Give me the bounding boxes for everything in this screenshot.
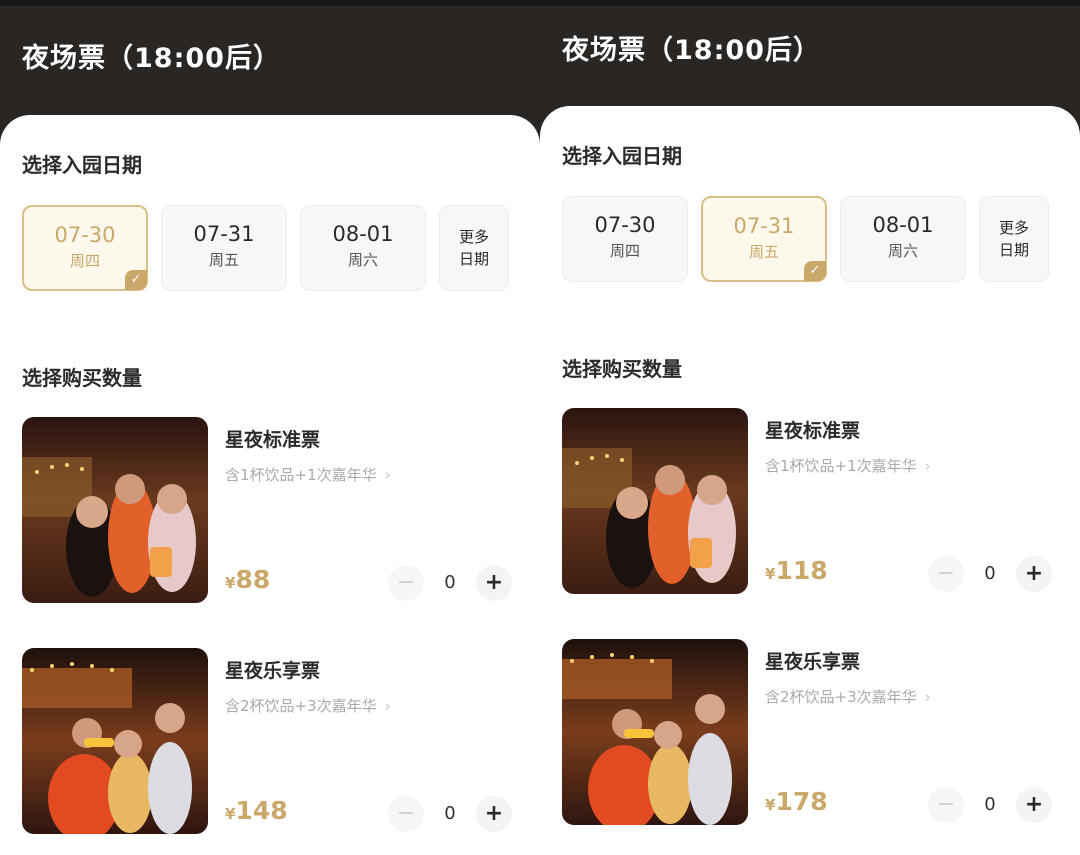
ticket-desc-link[interactable]: 含2杯饮品+3次嘉年华 ›	[765, 686, 931, 707]
ticket-desc-link[interactable]: 含2杯饮品+3次嘉年华 ›	[225, 695, 391, 716]
currency-symbol: ¥	[765, 565, 776, 583]
ticket-desc-link[interactable]: 含1杯饮品+1次嘉年华 ›	[765, 455, 931, 476]
increase-button[interactable]: +	[476, 796, 512, 832]
weekday-value: 周六	[887, 242, 918, 260]
date-option-0730[interactable]: 07-30 周四	[562, 196, 688, 282]
more-dates-label-line2: 日期	[458, 250, 489, 268]
weekday-value: 周六	[347, 251, 378, 269]
date-value: 08-01	[872, 213, 934, 237]
quantity-section-label: 选择购买数量	[562, 357, 682, 381]
date-section-label: 选择入园日期	[22, 153, 142, 177]
date-option-0731[interactable]: 07-31 周五	[161, 205, 287, 291]
quantity-stepper: − 0 +	[388, 565, 512, 605]
price-amount: 88	[235, 565, 271, 594]
date-value: 07-31	[193, 222, 255, 246]
check-icon: ✓	[125, 270, 147, 290]
ticket-photo	[22, 417, 208, 603]
date-value: 07-30	[54, 223, 116, 247]
more-dates-button[interactable]: 更多 日期	[439, 205, 509, 291]
date-option-0801[interactable]: 08-01 周六	[840, 196, 966, 282]
price-amount: 118	[775, 556, 828, 585]
check-icon: ✓	[804, 261, 826, 281]
more-dates-label-line2: 日期	[998, 241, 1029, 259]
ticket-photo	[562, 408, 748, 594]
quantity-stepper: − 0 +	[928, 787, 1052, 827]
ticket-price: ¥118	[765, 556, 828, 585]
screen-left: 夜场票（18:00后） 选择入园日期 07-30 周四 ✓ 07-31 周五 0…	[0, 0, 540, 855]
price-amount: 178	[775, 787, 828, 816]
price-amount: 148	[235, 796, 288, 825]
currency-symbol: ¥	[765, 796, 776, 814]
date-value: 08-01	[332, 222, 394, 246]
ticket-desc: 含2杯饮品+3次嘉年华	[765, 688, 917, 706]
ticket-name: 星夜标准票	[765, 420, 861, 442]
ticket-price: ¥88	[225, 565, 270, 594]
increase-button[interactable]: +	[476, 565, 512, 601]
weekday-value: 周五	[208, 251, 239, 269]
content-sheet: 选择入园日期 07-30 周四 07-31 周五 ✓ 08-01 周六 更多 日…	[540, 106, 1080, 855]
currency-symbol: ¥	[225, 805, 236, 823]
ticket-item-premium: 星夜乐享票 含2杯饮品+3次嘉年华 › ¥178 − 0 +	[562, 639, 1058, 827]
more-dates-button[interactable]: 更多 日期	[979, 196, 1049, 282]
weekday-value: 周四	[69, 252, 100, 270]
quantity-stepper: − 0 +	[928, 556, 1052, 596]
date-section-label: 选择入园日期	[562, 144, 682, 168]
screen-right: 夜场票（18:00后） 选择入园日期 07-30 周四 07-31 周五 ✓ 0…	[540, 0, 1080, 855]
weekday-value: 周四	[609, 242, 640, 260]
quantity-stepper: − 0 +	[388, 796, 512, 836]
page-title: 夜场票（18:00后）	[22, 43, 281, 74]
more-dates-label-line1: 更多	[458, 228, 489, 246]
ticket-item-standard: 星夜标准票 含1杯饮品+1次嘉年华 › ¥88 − 0 +	[22, 417, 518, 605]
status-strip	[0, 0, 540, 6]
date-value: 07-31	[733, 214, 795, 238]
ticket-desc: 含2杯饮品+3次嘉年华	[225, 697, 377, 715]
ticket-photo	[22, 648, 208, 834]
ticket-desc: 含1杯饮品+1次嘉年华	[225, 466, 377, 484]
ticket-price: ¥178	[765, 787, 828, 816]
chevron-right-icon: ›	[924, 457, 931, 475]
ticket-item-standard: 星夜标准票 含1杯饮品+1次嘉年华 › ¥118 − 0 +	[562, 408, 1058, 596]
date-option-0731[interactable]: 07-31 周五 ✓	[701, 196, 827, 282]
status-strip	[540, 0, 1080, 6]
content-sheet: 选择入园日期 07-30 周四 ✓ 07-31 周五 08-01 周六 更多 日…	[0, 115, 540, 855]
ticket-desc-link[interactable]: 含1杯饮品+1次嘉年华 ›	[225, 464, 391, 485]
ticket-price: ¥148	[225, 796, 288, 825]
more-dates-label-line1: 更多	[998, 219, 1029, 237]
chevron-right-icon: ›	[384, 466, 391, 484]
weekday-value: 周五	[748, 243, 779, 261]
increase-button[interactable]: +	[1016, 556, 1052, 592]
ticket-name: 星夜标准票	[225, 429, 321, 451]
date-option-0730[interactable]: 07-30 周四 ✓	[22, 205, 148, 291]
quantity-section-label: 选择购买数量	[22, 366, 142, 390]
ticket-photo	[562, 639, 748, 825]
increase-button[interactable]: +	[1016, 787, 1052, 823]
ticket-desc: 含1杯饮品+1次嘉年华	[765, 457, 917, 475]
ticket-name: 星夜乐享票	[225, 660, 321, 682]
currency-symbol: ¥	[225, 574, 236, 592]
ticket-name: 星夜乐享票	[765, 651, 861, 673]
ticket-item-premium: 星夜乐享票 含2杯饮品+3次嘉年华 › ¥148 − 0 +	[22, 648, 518, 836]
date-option-0801[interactable]: 08-01 周六	[300, 205, 426, 291]
date-value: 07-30	[594, 213, 656, 237]
page-title: 夜场票（18:00后）	[562, 35, 821, 66]
chevron-right-icon: ›	[924, 688, 931, 706]
chevron-right-icon: ›	[384, 697, 391, 715]
